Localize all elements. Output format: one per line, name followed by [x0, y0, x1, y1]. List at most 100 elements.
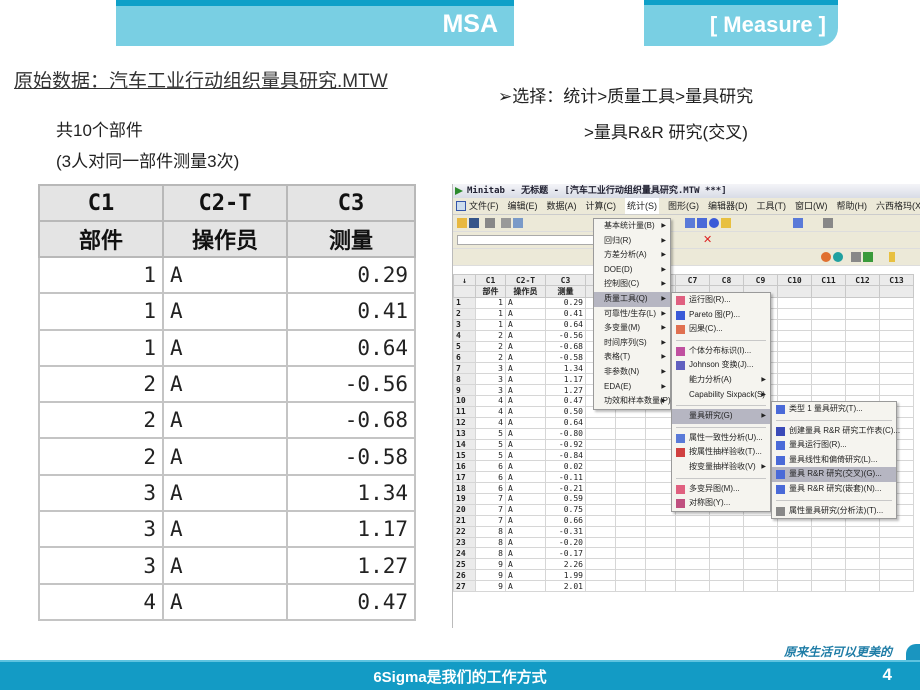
- menu-item[interactable]: 非参数(N) ▶: [594, 365, 670, 380]
- history-icon[interactable]: [721, 218, 731, 228]
- grid-cell[interactable]: [585, 580, 616, 593]
- row-header[interactable]: 22: [453, 525, 476, 538]
- grid-cell[interactable]: [879, 307, 914, 320]
- grid-column-header[interactable]: C8: [709, 274, 744, 286]
- graph-selector-dropdown[interactable]: [457, 235, 597, 245]
- grid-cell[interactable]: [675, 536, 710, 549]
- grid-cell[interactable]: 4: [475, 395, 506, 407]
- print-icon[interactable]: [485, 218, 495, 228]
- grid-cell[interactable]: A: [505, 318, 546, 331]
- grid-cell[interactable]: A: [505, 525, 546, 538]
- grid-corner[interactable]: ↓: [453, 274, 476, 286]
- grid-cell[interactable]: A: [505, 449, 546, 462]
- row-header[interactable]: 27: [453, 580, 476, 593]
- grid-cell[interactable]: [615, 536, 646, 549]
- grid-cell[interactable]: A: [505, 482, 546, 495]
- grid-cell[interactable]: [645, 536, 676, 549]
- grid-cell[interactable]: [879, 569, 914, 582]
- grid-cell[interactable]: 2: [475, 351, 506, 364]
- grid-cell[interactable]: A: [505, 547, 546, 560]
- grid-cell[interactable]: [777, 536, 812, 549]
- grid-cell[interactable]: 2.26: [545, 558, 586, 571]
- grid-cell[interactable]: -0.84: [545, 449, 586, 462]
- project-icon[interactable]: [821, 252, 831, 262]
- menu-item[interactable]: 多变量(M) ▶: [594, 321, 670, 336]
- grid-cell[interactable]: A: [505, 536, 546, 549]
- worksheet-view-icon[interactable]: [697, 218, 707, 228]
- grid-cell[interactable]: A: [505, 438, 546, 451]
- grid-cell[interactable]: [645, 514, 676, 527]
- menu-item[interactable]: Pareto 图(P)...: [672, 308, 770, 323]
- grid-cell[interactable]: A: [505, 471, 546, 484]
- help-icon[interactable]: [889, 252, 895, 262]
- grid-cell[interactable]: [879, 340, 914, 353]
- grid-cell[interactable]: [811, 569, 846, 582]
- row-header[interactable]: 26: [453, 569, 476, 582]
- grid-cell[interactable]: [615, 482, 646, 495]
- grid-cell[interactable]: [675, 558, 710, 571]
- grid-cell[interactable]: 0.64: [545, 416, 586, 429]
- grid-cell[interactable]: [845, 525, 880, 538]
- row-header[interactable]: 9: [453, 384, 476, 397]
- menu-item[interactable]: 量具运行图(R)...: [772, 438, 896, 453]
- grid-cell[interactable]: 1.17: [545, 373, 586, 386]
- row-header[interactable]: 21: [453, 514, 476, 527]
- menu-item[interactable]: 属性一致性分析(U)...: [672, 431, 770, 446]
- grid-cell[interactable]: [845, 373, 880, 386]
- grid-cell[interactable]: 5: [475, 449, 506, 462]
- menu-item[interactable]: 按变量抽样验收(V) ▶: [672, 460, 770, 475]
- row-header[interactable]: 18: [453, 482, 476, 495]
- row-header[interactable]: 13: [453, 427, 476, 440]
- grid-cell[interactable]: [585, 449, 616, 462]
- grid-cell[interactable]: [709, 514, 744, 527]
- menu-item[interactable]: 创建量具 R&R 研究工作表(C)...: [772, 424, 900, 439]
- grid-column-header[interactable]: C13: [879, 274, 914, 286]
- grid-cell[interactable]: [811, 547, 846, 560]
- grid-cell[interactable]: [811, 580, 846, 593]
- grid-cell[interactable]: [879, 373, 914, 386]
- grid-cell[interactable]: -0.92: [545, 438, 586, 451]
- grid-cell[interactable]: [615, 460, 646, 473]
- grid-cell[interactable]: 2.01: [545, 580, 586, 593]
- menu-7[interactable]: 工具(T): [757, 198, 787, 214]
- grid-column-header[interactable]: C11: [811, 274, 846, 286]
- grid-cell[interactable]: [845, 362, 880, 375]
- menu-0[interactable]: 文件(F): [469, 198, 499, 214]
- menu-item[interactable]: 回归(R) ▶: [594, 234, 670, 249]
- grid-cell[interactable]: 3: [475, 362, 506, 375]
- grid-cell[interactable]: 0.02: [545, 460, 586, 473]
- delete-icon[interactable]: ✕: [703, 233, 713, 246]
- row-header[interactable]: 6: [453, 351, 476, 364]
- menu-item[interactable]: 表格(T) ▶: [594, 350, 670, 365]
- grid-cell[interactable]: [743, 558, 778, 571]
- grid-cell[interactable]: [811, 536, 846, 549]
- grid-column-name[interactable]: [811, 285, 846, 298]
- grid-cell[interactable]: 0.59: [545, 493, 586, 505]
- grid-cell[interactable]: 3: [475, 384, 506, 397]
- grid-cell[interactable]: [811, 525, 846, 538]
- grid-cell[interactable]: 1.27: [545, 384, 586, 397]
- grid-column-header[interactable]: C3: [545, 274, 586, 286]
- grid-cell[interactable]: [777, 351, 812, 364]
- grid-cell[interactable]: 0.29: [545, 297, 586, 309]
- row-header[interactable]: 11: [453, 405, 476, 418]
- menu-item[interactable]: DOE(D) ▶: [594, 263, 670, 278]
- data-icon[interactable]: [863, 252, 873, 262]
- grid-cell[interactable]: A: [505, 514, 546, 527]
- grid-column-name[interactable]: 测量: [545, 285, 586, 298]
- grid-cell[interactable]: [709, 580, 744, 593]
- menu-1[interactable]: 编辑(E): [508, 198, 538, 214]
- row-header[interactable]: 3: [453, 318, 476, 331]
- grid-cell[interactable]: A: [505, 558, 546, 571]
- menu-item[interactable]: 按属性抽样验收(T)...: [672, 445, 770, 460]
- grid-cell[interactable]: [709, 536, 744, 549]
- grid-cell[interactable]: -0.17: [545, 547, 586, 560]
- grid-cell[interactable]: -0.20: [545, 536, 586, 549]
- grid-cell[interactable]: 1: [475, 318, 506, 331]
- copy-icon[interactable]: [513, 218, 523, 228]
- row-header[interactable]: 7: [453, 362, 476, 375]
- grid-cell[interactable]: A: [505, 340, 546, 353]
- grid-cell[interactable]: -0.21: [545, 482, 586, 495]
- project-manager-icon[interactable]: [833, 252, 843, 262]
- row-header[interactable]: 8: [453, 373, 476, 386]
